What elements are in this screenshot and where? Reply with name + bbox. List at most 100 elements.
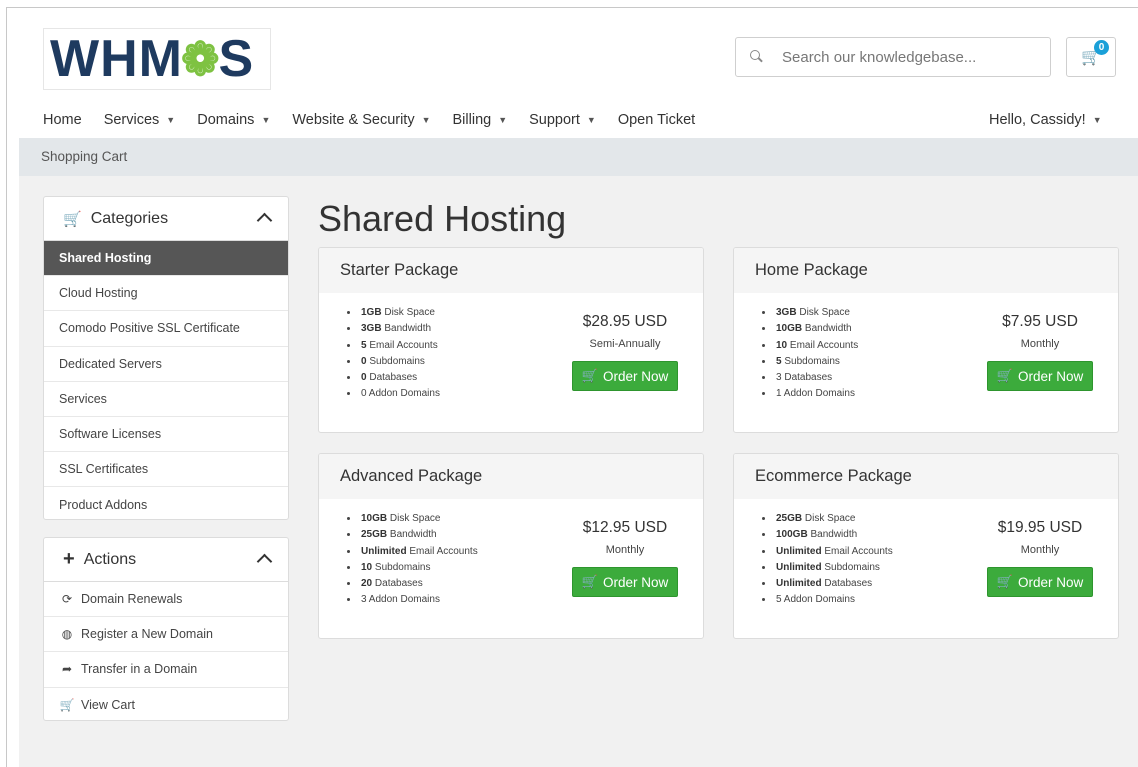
- feature-value: 10GB: [776, 323, 803, 335]
- product-card: Starter Package1GB Disk Space3GB Bandwid…: [318, 247, 704, 433]
- feature-value: 10GB: [361, 513, 388, 524]
- feature-label: Bandwidth: [389, 529, 437, 541]
- feature-value: 0: [361, 388, 367, 400]
- order-now-button[interactable]: 🛒 Order Now: [987, 567, 1093, 597]
- nav-item-label: Support: [529, 112, 580, 128]
- nav-item-domains[interactable]: Domains ▼: [197, 112, 270, 128]
- chevron-up-icon[interactable]: [256, 212, 273, 229]
- categories-panel-header[interactable]: 🛒 Categories: [44, 197, 288, 241]
- nav-item-support[interactable]: Support ▼: [529, 112, 596, 128]
- whmcs-logo[interactable]: WHM ❁ S: [43, 28, 271, 90]
- feature-item: 100GB Bandwidth: [774, 527, 893, 543]
- chevron-up-icon[interactable]: [256, 553, 273, 570]
- feature-value: Unlimited: [361, 545, 407, 557]
- feature-list: 3GB Disk Space 10GB Bandwidth10 Email Acc…: [774, 305, 858, 403]
- feature-label: Databases: [369, 372, 418, 384]
- category-item[interactable]: SSL Certificates: [44, 452, 288, 488]
- action-item[interactable]: ◍ Register a New Domain: [44, 617, 288, 653]
- actions-title: Actions: [83, 550, 137, 568]
- feature-label: Bandwidth: [384, 323, 432, 335]
- cart-icon: 🛒: [63, 210, 82, 228]
- order-now-button[interactable]: 🛒 Order Now: [572, 361, 678, 391]
- caret-down-icon: ▼: [261, 115, 271, 125]
- feature-label: Addon Domains: [783, 594, 855, 606]
- caret-down-icon: ▼: [1092, 115, 1102, 125]
- feature-value: 5: [776, 594, 782, 606]
- user-menu[interactable]: Hello, Cassidy! ▼: [989, 108, 1102, 132]
- action-label: Transfer in a Domain: [81, 662, 198, 677]
- nav-item-billing[interactable]: Billing ▼: [453, 112, 508, 128]
- category-item[interactable]: Cloud Hosting: [44, 276, 288, 312]
- feature-list: 10GB Disk Space25GB BandwidthUnlimited E…: [359, 511, 478, 609]
- nav-item-website-security[interactable]: Website & Security ▼: [292, 112, 430, 128]
- search-input[interactable]: [782, 48, 1032, 66]
- product-card: Ecommerce Package25GB Disk Space100GB Ba…: [733, 453, 1119, 639]
- category-item[interactable]: Services: [44, 382, 288, 417]
- feature-value: 1GB: [361, 307, 382, 318]
- feature-value: 3GB: [776, 307, 797, 318]
- billing-cycle: Monthly: [1020, 338, 1060, 350]
- product-card: Advanced Package10GB Disk Space25GB Band…: [318, 453, 704, 639]
- feature-item: 1 Addon Domains: [774, 386, 858, 402]
- feature-value: 100GB: [776, 529, 808, 541]
- feature-value: 0: [361, 355, 367, 367]
- feature-item: 1GB Disk Space: [359, 305, 440, 321]
- feature-label: Addon Domains: [368, 594, 440, 606]
- nav-item-open-ticket[interactable]: Open Ticket: [618, 112, 695, 128]
- feature-label: Disk Space: [384, 307, 435, 318]
- feature-value: 3GB: [361, 323, 382, 335]
- feature-item: Unlimited Email Accounts: [774, 544, 893, 560]
- feature-value: 3: [776, 372, 782, 384]
- feature-label: Disk Space: [799, 307, 850, 318]
- nav-item-home[interactable]: Home: [43, 112, 82, 128]
- cart-icon: 🛒: [996, 368, 1013, 383]
- feature-item: 10 Subdomains: [359, 560, 478, 576]
- feature-label: Databases: [374, 578, 423, 590]
- product-name: Ecommerce Package: [734, 454, 1118, 499]
- plus-icon: +: [63, 548, 75, 570]
- feature-value: Unlimited: [776, 561, 822, 573]
- caret-down-icon: ▼: [166, 115, 176, 125]
- action-label: Register a New Domain: [81, 627, 213, 642]
- cart-icon: 🛒: [996, 574, 1013, 589]
- actions-list: ⟳ Domain Renewals ◍ Register a New Domain ➦ T…: [44, 582, 288, 720]
- feature-item: 5 Email Accounts: [359, 338, 440, 354]
- actions-panel-header[interactable]: + Actions: [44, 538, 288, 582]
- order-now-button[interactable]: 🛒 Order Now: [572, 567, 678, 597]
- order-now-button[interactable]: 🛒 Order Now: [987, 361, 1093, 391]
- action-label: Domain Renewals: [81, 592, 183, 607]
- feature-value: 5: [776, 355, 782, 367]
- feature-label: Subdomains: [824, 561, 880, 573]
- knowledgebase-search[interactable]: [735, 37, 1051, 77]
- nav-item-label: Billing: [452, 112, 492, 128]
- feature-item: 10 Email Accounts: [774, 338, 858, 354]
- share-arrow-icon: ➦: [61, 662, 73, 677]
- cart-icon: 🛒: [581, 368, 598, 383]
- feature-label: Email Accounts: [409, 545, 478, 557]
- logo-text-left: WHM: [50, 30, 183, 88]
- product-price: $19.95 USD: [997, 519, 1083, 536]
- feature-label: Databases: [784, 372, 833, 384]
- globe-icon: ◍: [61, 627, 73, 642]
- feature-label: Subdomains: [369, 355, 425, 367]
- category-item[interactable]: Product Addons: [44, 487, 288, 519]
- nav-item-label: Services: [103, 112, 160, 128]
- nav-item-services[interactable]: Services ▼: [104, 112, 176, 128]
- caret-down-icon: ▼: [586, 115, 596, 125]
- feature-item: 0 Databases: [359, 370, 440, 386]
- feature-value: 10: [776, 339, 788, 351]
- actions-panel: + Actions ⟳ Domain Renewals ◍ Register a Ne…: [43, 537, 289, 721]
- category-item[interactable]: Shared Hosting: [44, 241, 288, 277]
- category-item[interactable]: Dedicated Servers: [44, 347, 288, 382]
- feature-list: 1GB Disk Space3GB Bandwidth5 Email Accou…: [359, 305, 440, 403]
- categories-panel: 🛒 Categories Shared Hosting Cloud Hosting…: [43, 196, 289, 520]
- action-item[interactable]: ➦ Transfer in a Domain: [44, 652, 288, 688]
- feature-item: 10GB Bandwidth: [774, 321, 858, 337]
- action-item[interactable]: ⟳ Domain Renewals: [44, 582, 288, 618]
- product-price: $7.95 USD: [1002, 313, 1078, 330]
- action-item[interactable]: 🛒 View Cart: [44, 688, 288, 720]
- category-item[interactable]: Comodo Positive SSL Certificate: [44, 311, 288, 347]
- category-item[interactable]: Software Licenses: [44, 417, 288, 453]
- cart-button[interactable]: 🛒 0: [1066, 37, 1116, 77]
- action-label: View Cart: [81, 698, 135, 713]
